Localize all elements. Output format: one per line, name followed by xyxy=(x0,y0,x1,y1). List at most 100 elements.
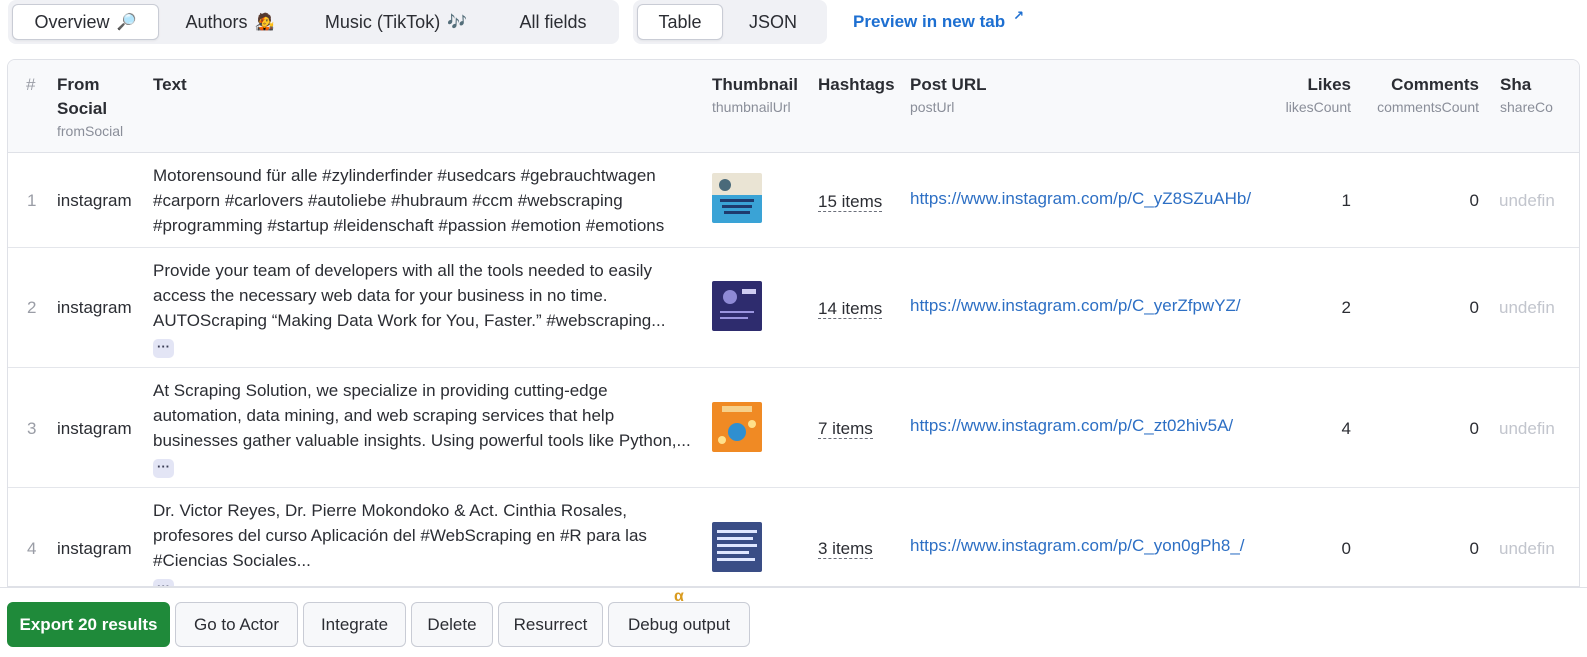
shares-cell: undefin xyxy=(1499,191,1555,210)
column-header-thumbnail[interactable]: Thumbnail thumbnailUrl xyxy=(712,73,798,117)
preview-link-label: Preview in new tab xyxy=(853,12,1006,31)
post-text: Provide your team of developers with all… xyxy=(153,261,666,330)
tab-music-tiktok[interactable]: Music (TikTok) 🎶 xyxy=(301,4,491,40)
from-social-cell: instagram xyxy=(57,298,132,317)
likes-cell: 1 xyxy=(1341,191,1351,210)
post-text: At Scraping Solution, we specialize in p… xyxy=(153,381,691,450)
tab-table[interactable]: Table xyxy=(637,4,723,40)
likes-cell: 4 xyxy=(1341,419,1351,438)
expand-text-button[interactable]: ··· xyxy=(153,339,174,358)
comments-cell: 0 xyxy=(1469,419,1479,438)
comments-cell: 0 xyxy=(1469,298,1479,317)
hashtags-cell[interactable]: 7 items xyxy=(818,416,873,441)
likes-cell: 2 xyxy=(1341,298,1351,317)
column-header-index: # xyxy=(26,75,36,94)
post-url-link[interactable]: https://www.instagram.com/p/C_yerZfpwYZ/ xyxy=(910,293,1241,318)
text-cell: Motorensound für alle #zylinderfinder #u… xyxy=(153,163,698,238)
column-label: Comments xyxy=(1391,75,1479,94)
row-index: 3 xyxy=(27,419,37,438)
tab-music-label: Music (TikTok) xyxy=(324,11,441,32)
comments-cell: 0 xyxy=(1469,539,1479,558)
column-label: From Social xyxy=(57,75,108,118)
expand-text-button[interactable]: ··· xyxy=(153,459,174,478)
post-url-link[interactable]: https://www.instagram.com/p/C_zt02hiv5A/ xyxy=(910,413,1233,438)
table-row[interactable]: 4 instagram Dr. Victor Reyes, Dr. Pierre… xyxy=(8,488,1579,586)
post-text: Dr. Victor Reyes, Dr. Pierre Mokondoko &… xyxy=(153,501,647,570)
from-social-cell: instagram xyxy=(57,191,132,210)
column-header-likes[interactable]: Likes likesCount xyxy=(1270,73,1351,117)
external-link-icon: ↗ xyxy=(1013,8,1025,23)
tab-authors-label: Authors xyxy=(185,11,248,32)
column-header-hashtags[interactable]: Hashtags xyxy=(818,73,895,97)
tab-all-fields[interactable]: All fields xyxy=(491,4,615,40)
view-toolbar: Overview 🔎 Authors 🧑‍🎤 Music (TikTok) 🎶 … xyxy=(8,0,1024,44)
row-index: 4 xyxy=(27,539,37,558)
column-label: Post URL xyxy=(910,75,987,94)
column-key: postUrl xyxy=(910,99,955,115)
singer-icon: 🧑‍🎤 xyxy=(254,14,275,31)
from-social-cell: instagram xyxy=(57,539,132,558)
tab-overview-label: Overview xyxy=(34,11,110,32)
table-header: # From Social fromSocial Text Thumbnail … xyxy=(8,60,1579,153)
hashtags-count: 14 items xyxy=(818,299,883,319)
column-key: likesCount xyxy=(1285,99,1351,115)
column-header-text[interactable]: Text xyxy=(153,73,187,97)
tab-json[interactable]: JSON xyxy=(723,4,823,40)
thumbnail-image[interactable] xyxy=(712,173,762,223)
shares-cell: undefin xyxy=(1499,419,1555,438)
hashtags-count: 15 items xyxy=(818,192,883,212)
text-cell: Dr. Victor Reyes, Dr. Pierre Mokondoko &… xyxy=(153,498,698,586)
hashtags-cell[interactable]: 3 items xyxy=(818,536,873,561)
hashtags-count: 3 items xyxy=(818,539,873,559)
preview-in-new-tab-link[interactable]: Preview in new tab ↗ xyxy=(853,8,1024,32)
row-index: 2 xyxy=(27,298,37,317)
table-row[interactable]: 2 instagram Provide your team of develop… xyxy=(8,248,1579,368)
resurrect-button[interactable]: Resurrect xyxy=(498,602,603,647)
hashtags-cell[interactable]: 14 items xyxy=(818,296,883,321)
column-label: Sha xyxy=(1500,75,1532,94)
debug-output-button[interactable]: Debug output xyxy=(608,602,750,647)
from-social-cell: instagram xyxy=(57,419,132,438)
hashtags-cell[interactable]: 15 items xyxy=(818,189,883,214)
column-key: thumbnailUrl xyxy=(712,99,791,115)
table-row[interactable]: 3 instagram At Scraping Solution, we spe… xyxy=(8,368,1579,488)
post-url-link[interactable]: https://www.instagram.com/p/C_yZ8SZuAHb/ xyxy=(910,186,1251,211)
column-label: Hashtags xyxy=(818,75,895,94)
column-label: Thumbnail xyxy=(712,75,798,94)
likes-cell: 0 xyxy=(1341,539,1351,558)
tab-overview[interactable]: Overview 🔎 xyxy=(12,4,159,40)
integrate-button[interactable]: Integrate xyxy=(303,602,406,647)
format-tab-group: Table JSON xyxy=(633,0,827,44)
column-label: Likes xyxy=(1307,75,1351,94)
column-key: shareCo xyxy=(1500,99,1553,115)
expand-text-button[interactable]: ··· xyxy=(153,579,174,586)
post-url-link[interactable]: https://www.instagram.com/p/C_yon0gPh8_/ xyxy=(910,533,1245,558)
tab-json-label: JSON xyxy=(748,11,797,32)
action-bar: Export 20 results Go to Actor Integrate … xyxy=(0,587,1587,657)
thumbnail-image[interactable] xyxy=(712,402,762,452)
table-row[interactable]: 1 instagram Motorensound für alle #zylin… xyxy=(8,153,1579,248)
tab-all-fields-label: All fields xyxy=(519,11,587,32)
thumbnail-image[interactable] xyxy=(712,281,762,331)
tab-table-label: Table xyxy=(658,11,702,32)
shares-cell: undefin xyxy=(1499,298,1555,317)
delete-button[interactable]: Delete xyxy=(411,602,493,647)
column-label: Text xyxy=(153,75,187,94)
view-tab-group: Overview 🔎 Authors 🧑‍🎤 Music (TikTok) 🎶 … xyxy=(8,0,619,44)
export-results-button[interactable]: Export 20 results xyxy=(7,602,170,647)
row-index: 1 xyxy=(27,191,37,210)
column-header-from-social[interactable]: From Social fromSocial xyxy=(57,73,137,141)
text-cell: Provide your team of developers with all… xyxy=(153,258,698,358)
magnifier-icon: 🔎 xyxy=(116,14,137,31)
comments-cell: 0 xyxy=(1469,191,1479,210)
music-notes-icon: 🎶 xyxy=(447,14,468,31)
tab-authors[interactable]: Authors 🧑‍🎤 xyxy=(159,4,301,40)
column-header-shares[interactable]: Sha shareCo xyxy=(1500,73,1579,117)
column-header-post-url[interactable]: Post URL postUrl xyxy=(910,73,987,117)
go-to-actor-button[interactable]: Go to Actor xyxy=(175,602,298,647)
thumbnail-image[interactable] xyxy=(712,522,762,572)
text-cell: At Scraping Solution, we specialize in p… xyxy=(153,378,698,478)
hashtags-count: 7 items xyxy=(818,419,873,439)
column-header-comments[interactable]: Comments commentsCount xyxy=(1363,73,1479,117)
column-key: commentsCount xyxy=(1377,99,1479,115)
